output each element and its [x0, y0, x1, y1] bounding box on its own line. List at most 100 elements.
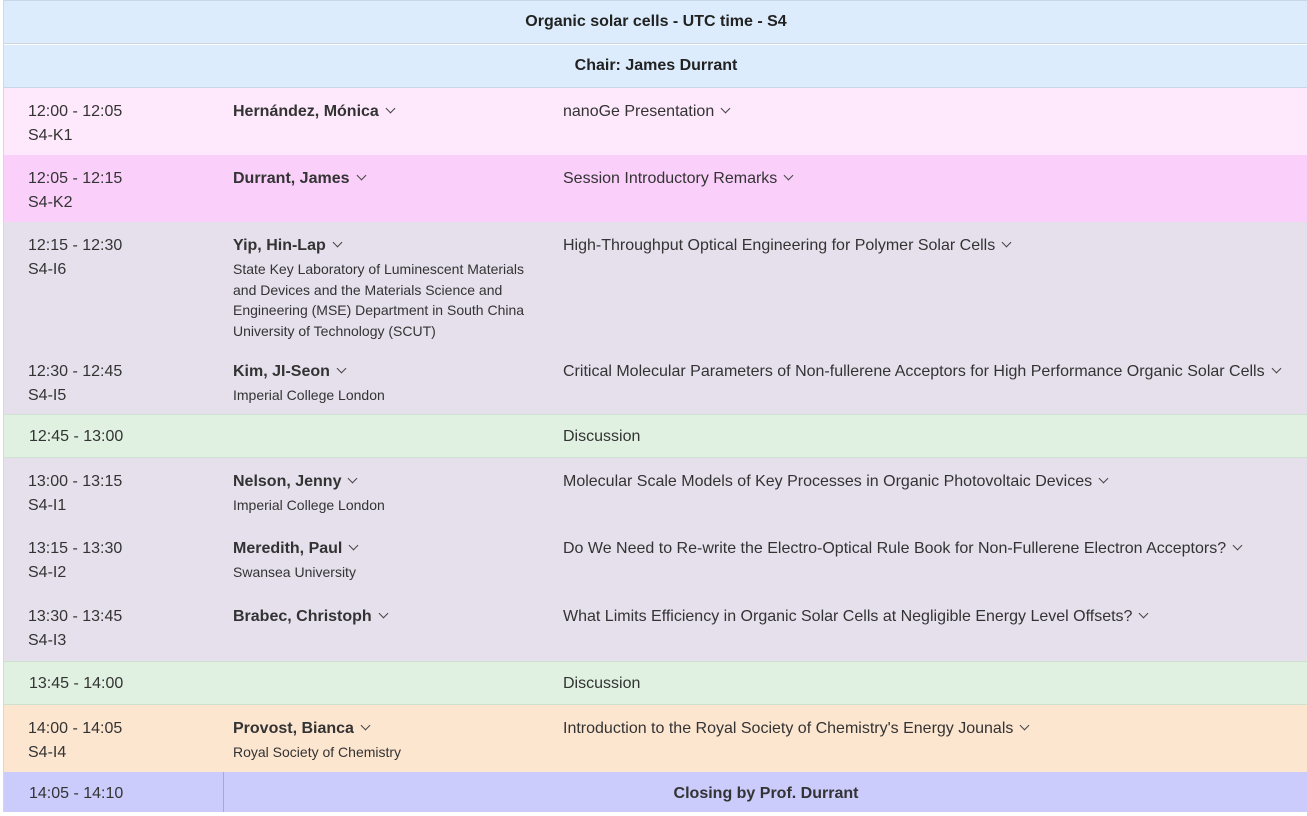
- talk-title: Critical Molecular Parameters of Non-ful…: [563, 363, 1265, 380]
- session-chair: Chair: James Durrant: [4, 44, 1307, 88]
- author-block: Durrant, James: [233, 167, 533, 189]
- chevron-down-icon[interactable]: [1138, 608, 1149, 619]
- talk-code: S4-K2: [28, 194, 73, 211]
- author-block: Meredith, Paul Swansea University: [233, 537, 533, 583]
- session-schedule: Organic solar cells - UTC time - S4 Chai…: [3, 0, 1307, 812]
- author-name: Yip, Hin-Lap: [233, 237, 326, 254]
- talk-row: 12:05 - 12:15 S4-K2 Durrant, James Session …: [4, 155, 1307, 222]
- chevron-down-icon[interactable]: [1098, 473, 1109, 484]
- talk-title-toggle[interactable]: Introduction to the Royal Society of Che…: [563, 717, 1283, 741]
- talk-row: 13:00 - 13:15 S4-I1 Nelson, Jenny Imperial …: [4, 458, 1307, 525]
- chevron-down-icon[interactable]: [378, 608, 389, 619]
- talk-title: Session Introductory Remarks: [563, 170, 778, 187]
- author-block: Yip, Hin-Lap State Key Laboratory of Lumi…: [233, 234, 533, 341]
- chevron-down-icon[interactable]: [1232, 540, 1243, 551]
- author-block: Provost, Bianca Royal Society of Chemistr…: [233, 717, 533, 763]
- author-name: Durrant, James: [233, 170, 350, 187]
- author-name: Nelson, Jenny: [233, 473, 342, 490]
- closing-row: 14:05 - 14:10 Closing by Prof. Durrant: [4, 772, 1307, 812]
- talk-code: S4-I5: [28, 387, 67, 404]
- row-time: 12:30 - 12:45: [28, 363, 123, 380]
- row-time-block: 12:00 - 12:05 S4-K1: [28, 100, 122, 148]
- author-name-toggle[interactable]: Provost, Bianca: [233, 719, 371, 739]
- row-time-block: 13:30 - 13:45 S4-I3: [28, 605, 122, 653]
- schedule-rows: 12:00 - 12:05 S4-K1 Hernández, Mónica nanoG…: [4, 88, 1307, 772]
- row-title: Discussion: [563, 428, 641, 445]
- author-name-toggle[interactable]: Durrant, James: [233, 169, 366, 189]
- row-time-block: 13:00 - 13:15 S4-I1: [28, 470, 122, 518]
- chevron-down-icon[interactable]: [1001, 237, 1012, 248]
- talk-row: 12:30 - 12:45 S4-I5 Kim, JI-Seon Imperial C…: [4, 348, 1307, 414]
- row-time-block: 12:05 - 12:15 S4-K2: [28, 167, 122, 215]
- author-affiliation: State Key Laboratory of Luminescent Mate…: [233, 261, 525, 339]
- talk-title: nanoGe Presentation: [563, 103, 715, 120]
- talk-title-toggle[interactable]: What Limits Efficiency in Organic Solar …: [563, 605, 1283, 629]
- talk-title: What Limits Efficiency in Organic Solar …: [563, 608, 1133, 625]
- row-time-block: 12:30 - 12:45 S4-I5: [28, 360, 122, 408]
- row-time: 12:00 - 12:05: [28, 103, 123, 120]
- closing-time: 14:05 - 14:10: [29, 785, 124, 802]
- row-time: 13:30 - 13:45: [28, 608, 123, 625]
- talk-title: High-Throughput Optical Engineering for …: [563, 237, 996, 254]
- author-affiliation: Royal Society of Chemistry: [233, 744, 402, 760]
- row-time-block: 14:00 - 14:05 S4-I4: [28, 717, 122, 765]
- talk-title: Molecular Scale Models of Key Processes …: [563, 473, 1093, 490]
- chevron-down-icon[interactable]: [783, 170, 794, 181]
- chevron-down-icon[interactable]: [385, 103, 396, 114]
- author-name-toggle[interactable]: Meredith, Paul: [233, 539, 359, 559]
- author-block: Kim, JI-Seon Imperial College London: [233, 360, 533, 406]
- chevron-down-icon[interactable]: [336, 363, 347, 374]
- author-name-toggle[interactable]: Nelson, Jenny: [233, 472, 358, 492]
- talk-row: 13:30 - 13:45 S4-I3 Brabec, Christoph What …: [4, 593, 1307, 661]
- talk-row: 13:15 - 13:30 S4-I2 Meredith, Paul Swansea …: [4, 525, 1307, 593]
- talk-row: 12:15 - 12:30 S4-I6 Yip, Hin-Lap State Key …: [4, 222, 1307, 348]
- author-name-toggle[interactable]: Yip, Hin-Lap: [233, 236, 343, 256]
- chevron-down-icon[interactable]: [1019, 720, 1030, 731]
- author-affiliation: Imperial College London: [233, 387, 385, 403]
- chevron-down-icon[interactable]: [356, 170, 366, 181]
- author-block: Hernández, Mónica: [233, 100, 533, 122]
- chevron-down-icon[interactable]: [1271, 363, 1282, 374]
- author-name: Kim, JI-Seon: [233, 363, 330, 380]
- author-name-toggle[interactable]: Hernández, Mónica: [233, 102, 396, 122]
- talk-title-toggle[interactable]: Critical Molecular Parameters of Non-ful…: [563, 360, 1283, 384]
- row-time: 12:05 - 12:15: [28, 170, 123, 187]
- row-time: 13:45 - 14:00: [29, 675, 124, 692]
- author-affiliation: Imperial College London: [233, 497, 385, 513]
- talk-row: 14:00 - 14:05 S4-I4 Provost, Bianca Royal S…: [4, 705, 1307, 772]
- author-name: Meredith, Paul: [233, 540, 343, 557]
- row-time: 13:00 - 13:15: [28, 473, 123, 490]
- talk-title-toggle[interactable]: Session Introductory Remarks: [563, 167, 1283, 191]
- chevron-down-icon[interactable]: [360, 720, 371, 731]
- discussion-row: 12:45 - 13:00 Discussion: [4, 414, 1307, 458]
- talk-code: S4-I1: [28, 497, 67, 514]
- row-time: 13:15 - 13:30: [28, 540, 123, 557]
- author-name-toggle[interactable]: Brabec, Christoph: [233, 607, 389, 627]
- author-name-toggle[interactable]: Kim, JI-Seon: [233, 362, 347, 382]
- author-name: Provost, Bianca: [233, 720, 354, 737]
- talk-title-toggle[interactable]: Do We Need to Re-write the Electro-Optic…: [563, 537, 1283, 561]
- author-block: Nelson, Jenny Imperial College London: [233, 470, 533, 516]
- author-name: Brabec, Christoph: [233, 608, 372, 625]
- talk-title-toggle[interactable]: High-Throughput Optical Engineering for …: [563, 234, 1283, 258]
- discussion-row: 13:45 - 14:00 Discussion: [4, 661, 1307, 705]
- talk-code: S4-I3: [28, 632, 67, 649]
- chevron-down-icon[interactable]: [720, 103, 731, 114]
- row-time: 12:45 - 13:00: [29, 428, 124, 445]
- talk-code: S4-I2: [28, 564, 67, 581]
- author-block: Brabec, Christoph: [233, 605, 533, 627]
- talk-title: Introduction to the Royal Society of Che…: [563, 720, 1014, 737]
- author-affiliation: Swansea University: [233, 564, 356, 580]
- row-time-block: 13:15 - 13:30 S4-I2: [28, 537, 122, 585]
- talk-code: S4-I6: [28, 261, 67, 278]
- talk-code: S4-I4: [28, 744, 67, 761]
- talk-code: S4-K1: [28, 127, 73, 144]
- session-title: Organic solar cells - UTC time - S4: [4, 0, 1307, 44]
- chevron-down-icon[interactable]: [348, 540, 359, 551]
- talk-title-toggle[interactable]: nanoGe Presentation: [563, 100, 1283, 124]
- chevron-down-icon[interactable]: [332, 237, 343, 248]
- talk-title-toggle[interactable]: Molecular Scale Models of Key Processes …: [563, 470, 1283, 494]
- talk-row: 12:00 - 12:05 S4-K1 Hernández, Mónica nanoG…: [4, 88, 1307, 155]
- chevron-down-icon[interactable]: [348, 473, 358, 484]
- row-time: 12:15 - 12:30: [28, 237, 123, 254]
